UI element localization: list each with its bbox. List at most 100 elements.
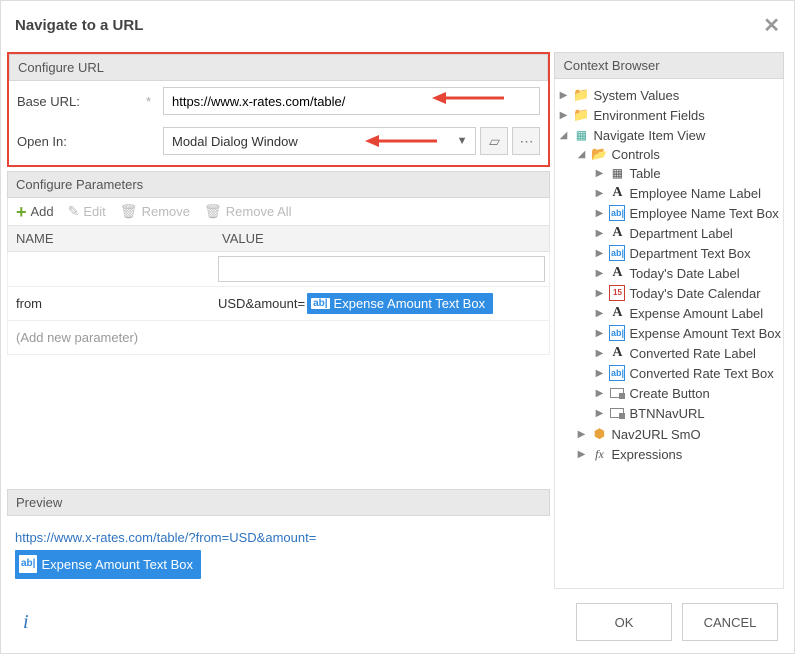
tree-node-system-values[interactable]: ▶📁System Values bbox=[557, 86, 781, 104]
context-browser-tree: ▶📁System Values ▶📁Environment Fields ◢▦N… bbox=[554, 79, 784, 589]
expand-icon: ▶ bbox=[593, 208, 605, 219]
collapse-icon: ◢ bbox=[575, 149, 587, 160]
param-name-cell: from bbox=[8, 290, 214, 317]
tree-node-label: Create Button bbox=[629, 386, 709, 401]
expand-icon: ▶ bbox=[593, 188, 605, 199]
expand-icon: ▶ bbox=[575, 449, 587, 460]
folder-icon: 📁 bbox=[573, 107, 589, 123]
configure-parameters-panel: Configure Parameters +Add ✎Edit 🗑Remove … bbox=[7, 171, 550, 355]
tree-node-control[interactable]: ▶AExpense Amount Label bbox=[593, 304, 781, 322]
tree-node-navigate-item-view[interactable]: ◢▦Navigate Item View bbox=[557, 126, 781, 144]
param-name-cell bbox=[8, 263, 214, 275]
textbox-icon: ab| bbox=[311, 298, 329, 309]
expand-icon: ▶ bbox=[593, 348, 605, 359]
add-parameter-button[interactable]: +Add bbox=[16, 204, 54, 219]
expand-icon: ▶ bbox=[593, 388, 605, 399]
ok-button[interactable]: OK bbox=[576, 603, 672, 641]
trash-icon: 🗑 bbox=[120, 203, 138, 220]
expand-icon: ▶ bbox=[593, 368, 605, 379]
remove-parameter-button: 🗑Remove bbox=[120, 203, 190, 220]
fx-icon: fx bbox=[591, 446, 607, 462]
tree-node-control[interactable]: ▶ ab| Expense Amount Text Box bbox=[593, 324, 781, 342]
tree-node-label: Department Text Box bbox=[629, 246, 750, 261]
close-icon[interactable]: ✕ bbox=[763, 13, 780, 38]
tree-node-label: Today's Date Calendar bbox=[629, 286, 760, 301]
open-in-label: Open In: bbox=[17, 134, 157, 149]
tree-node-label: Department Label bbox=[629, 226, 732, 241]
label-icon: A bbox=[609, 305, 625, 321]
param-value-text: USD&amount= bbox=[218, 296, 305, 311]
label-icon: A bbox=[609, 345, 625, 361]
label-icon: A bbox=[609, 265, 625, 281]
trash-x-icon: 🗑 bbox=[204, 203, 222, 220]
base-url-input[interactable] bbox=[163, 87, 540, 115]
required-star-icon: * bbox=[146, 94, 151, 109]
calendar-icon: 15 bbox=[609, 285, 625, 301]
cancel-button[interactable]: CANCEL bbox=[682, 603, 778, 641]
expand-icon: ▶ bbox=[575, 429, 587, 440]
tree-node-control[interactable]: ▶ Create Button bbox=[593, 384, 781, 402]
ellipsis-icon: ⋯ bbox=[519, 133, 533, 150]
add-new-row[interactable]: (Add new parameter) bbox=[7, 321, 550, 355]
button-icon bbox=[609, 385, 625, 401]
tree-node-expressions[interactable]: ▶fxExpressions bbox=[575, 445, 781, 463]
expand-icon: ▶ bbox=[557, 90, 569, 101]
param-value-input[interactable] bbox=[218, 256, 545, 282]
tree-node-nav2url-smo[interactable]: ▶⬢Nav2URL SmO bbox=[575, 425, 781, 443]
expand-icon: ▶ bbox=[557, 110, 569, 121]
smartfield-token[interactable]: ab| Expense Amount Text Box bbox=[307, 293, 493, 314]
tree-node-control[interactable]: ▶ADepartment Label bbox=[593, 224, 781, 242]
table-icon: ▦ bbox=[609, 165, 625, 181]
edit-parameter-button: ✎Edit bbox=[68, 203, 106, 220]
expand-icon: ▶ bbox=[593, 408, 605, 419]
tree-node-label: Employee Name Text Box bbox=[629, 206, 778, 221]
tree-node-control[interactable]: ▶AToday's Date Label bbox=[593, 264, 781, 282]
tree-node-control[interactable]: ▶BTNNavURL bbox=[593, 404, 781, 422]
info-icon[interactable]: i bbox=[17, 611, 29, 634]
eraser-icon: ▱ bbox=[489, 133, 500, 150]
tree-node-control[interactable]: ▶ab|Department Text Box bbox=[593, 244, 781, 262]
column-header-value: VALUE bbox=[214, 226, 549, 251]
preview-panel: Preview https://www.x-rates.com/table/?f… bbox=[7, 489, 550, 589]
textbox-icon: ab| bbox=[19, 555, 37, 573]
expand-icon: ▶ bbox=[593, 248, 605, 259]
expand-icon: ▶ bbox=[593, 328, 605, 339]
chevron-down-icon: ▼ bbox=[457, 135, 468, 147]
expand-icon: ▶ bbox=[593, 268, 605, 279]
tree-node-control[interactable]: ▶15Today's Date Calendar bbox=[593, 284, 781, 302]
smartfield-token[interactable]: ab| Expense Amount Text Box bbox=[15, 550, 201, 579]
param-row[interactable] bbox=[7, 252, 550, 287]
more-button[interactable]: ⋯ bbox=[512, 127, 540, 155]
expand-icon: ▶ bbox=[593, 308, 605, 319]
base-url-label: Base URL:* bbox=[17, 94, 157, 109]
folder-icon: 📁 bbox=[573, 87, 589, 103]
tree-node-label: Converted Rate Label bbox=[629, 346, 755, 361]
tree-node-control[interactable]: ▶ab|Converted Rate Text Box bbox=[593, 364, 781, 382]
textbox-icon: ab| bbox=[609, 325, 625, 341]
open-in-select[interactable]: Modal Dialog Window ▼ bbox=[163, 127, 476, 155]
form-icon: ▦ bbox=[573, 127, 589, 143]
tree-node-control[interactable]: ▶ ab| Employee Name Text Box bbox=[593, 204, 781, 222]
label-icon: A bbox=[609, 185, 625, 201]
configure-parameters-header: Configure Parameters bbox=[7, 171, 550, 198]
tree-node-control[interactable]: ▶ A Converted Rate Label bbox=[593, 344, 781, 362]
clear-button[interactable]: ▱ bbox=[480, 127, 508, 155]
tree-node-environment-fields[interactable]: ▶📁Environment Fields bbox=[557, 106, 781, 124]
preview-header: Preview bbox=[7, 489, 550, 516]
context-browser-header: Context Browser bbox=[554, 52, 784, 79]
param-row[interactable]: from USD&amount= ab| Expense Amount Text… bbox=[7, 287, 550, 321]
textbox-icon: ab| bbox=[609, 205, 625, 221]
folder-open-icon: 📂 bbox=[591, 146, 607, 162]
tree-node-control[interactable]: ▶AEmployee Name Label bbox=[593, 184, 781, 202]
tree-node-label: Expense Amount Text Box bbox=[629, 326, 781, 341]
dialog-title: Navigate to a URL bbox=[15, 17, 143, 34]
expand-icon: ▶ bbox=[593, 228, 605, 239]
preview-url-link[interactable]: https://www.x-rates.com/table/?from=USD&… bbox=[15, 530, 316, 545]
tree-node-controls[interactable]: ◢📂Controls bbox=[575, 145, 781, 163]
tree-node-control[interactable]: ▶▦Table bbox=[593, 164, 781, 182]
button-icon bbox=[609, 405, 625, 421]
configure-url-header: Configure URL bbox=[9, 54, 548, 81]
configure-url-panel: Configure URL Base URL:* Open In: Modal … bbox=[7, 52, 550, 167]
annotation-arrow-icon bbox=[365, 132, 439, 150]
tree-node-label: Table bbox=[629, 166, 660, 181]
